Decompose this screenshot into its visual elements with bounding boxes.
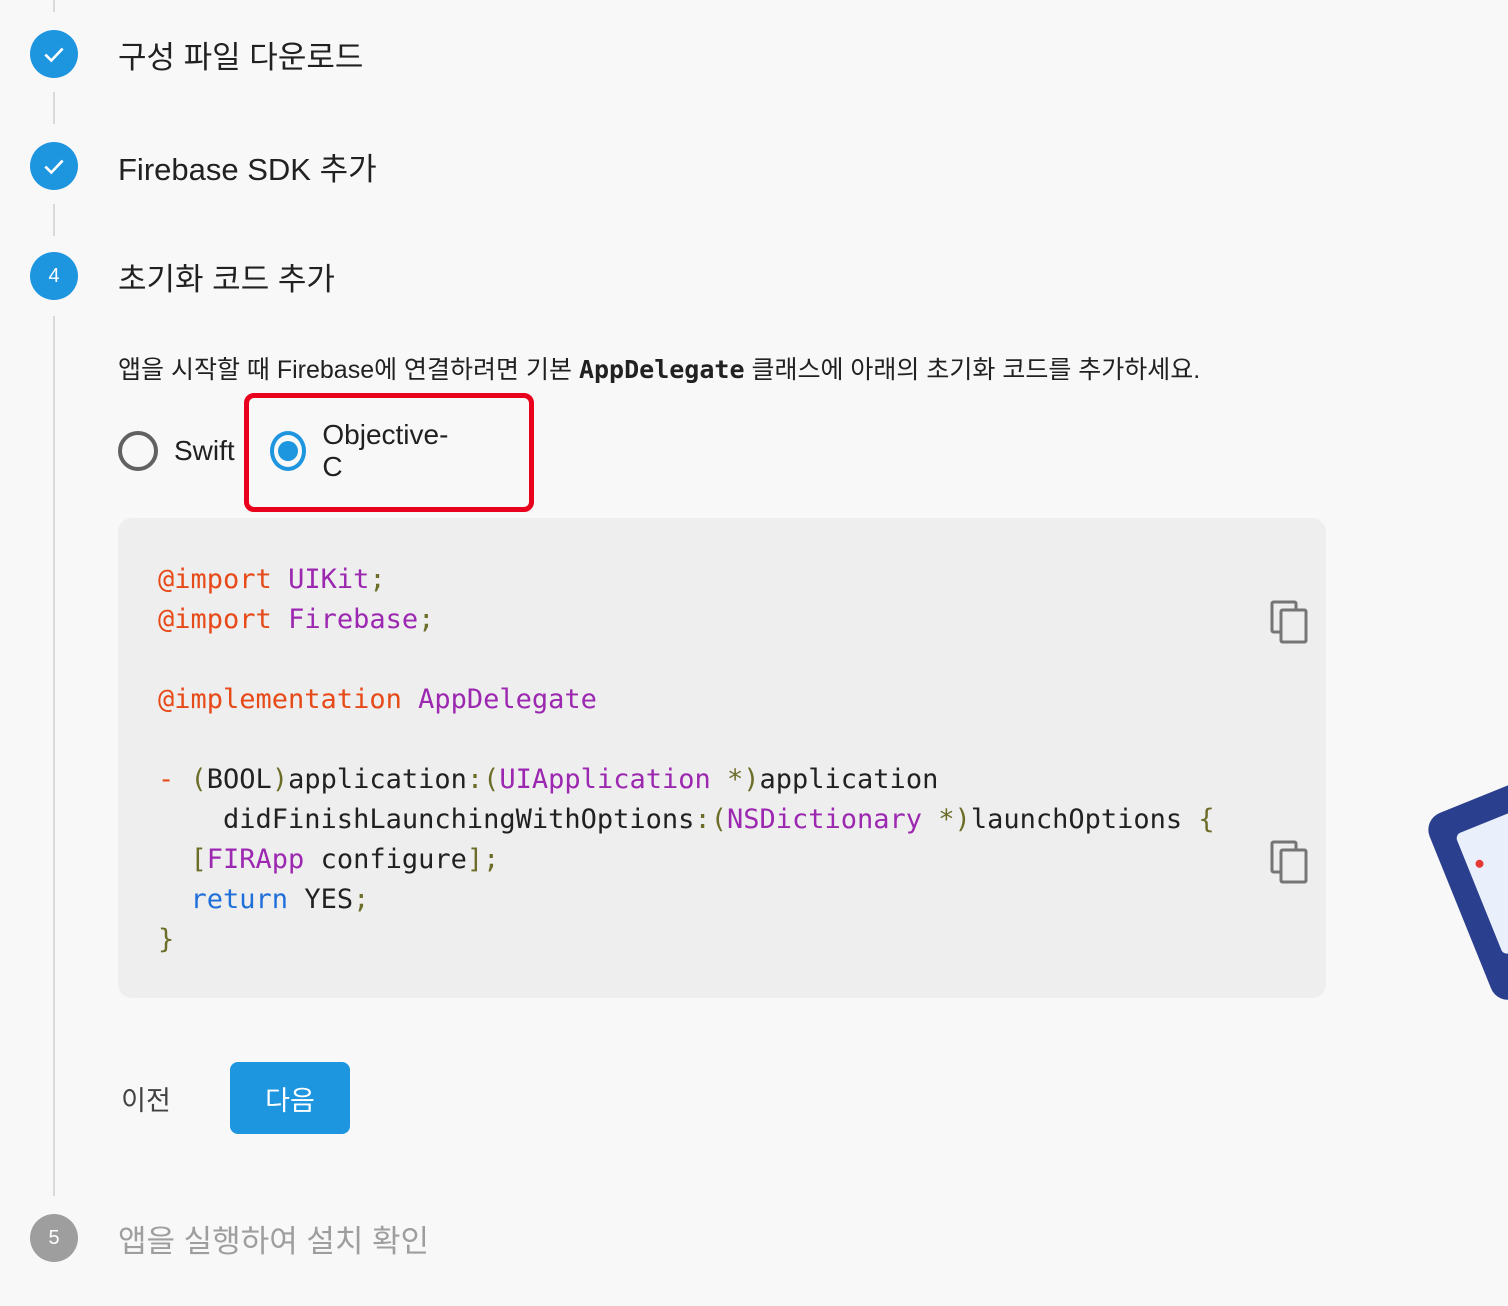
copy-icon[interactable]: [1270, 600, 1310, 644]
code-line: }: [158, 920, 1215, 960]
code-token: NSDictionary: [726, 804, 923, 835]
step-connector-line: [53, 204, 55, 236]
radio-label: Swift: [174, 435, 235, 466]
code-token: UIApplication: [499, 764, 711, 795]
code-token: return: [190, 884, 289, 915]
code-token: ;: [418, 604, 435, 635]
step-title-add-sdk: Firebase SDK 추가: [118, 152, 377, 187]
code-token: -: [158, 764, 191, 795]
code-content: @import UIKit; @import Firebase; @implemen…: [158, 560, 1215, 960]
code-token: :(: [466, 764, 500, 795]
code-token: FIRApp: [206, 844, 305, 875]
radio-ring: [118, 431, 158, 471]
code-line: return YES;: [158, 880, 1215, 920]
code-token: launchOptions: [970, 804, 1183, 835]
code-token: (: [190, 764, 207, 795]
check-icon: [44, 159, 64, 175]
code-token: @import: [158, 564, 272, 595]
check-icon: [44, 47, 64, 63]
code-token: ];: [466, 844, 500, 875]
code-line: - (BOOL)application:(UIApplication *)app…: [158, 760, 1215, 800]
annotation-highlight-box: [244, 393, 534, 512]
description-text: 앱을 시작할 때 Firebase에 연결하려면 기본: [118, 356, 579, 384]
code-token: application: [288, 764, 467, 795]
code-token: didFinishLaunchingWithOptions: [158, 804, 695, 835]
code-token: AppDelegate: [418, 684, 597, 715]
step-title-init-code: 초기화 코드 추가: [118, 262, 335, 297]
code-token: configure: [304, 844, 467, 875]
code-token: application: [759, 764, 939, 795]
code-token: ): [271, 764, 289, 795]
step-3-complete-indicator: [30, 142, 78, 190]
radio-swift[interactable]: Swift: [118, 428, 235, 474]
step-4-number-badge: 4: [30, 252, 78, 300]
description-text: 클래스에 아래의 초기화 코드를 추가하세요.: [744, 356, 1201, 384]
code-token: *): [922, 804, 971, 835]
step-connector-line: [53, 0, 55, 12]
code-token: BOOL: [206, 764, 272, 795]
code-line: @import UIKit;: [158, 560, 1215, 600]
next-button[interactable]: 다음: [230, 1062, 350, 1134]
step-description: 앱을 시작할 때 Firebase에 연결하려면 기본 AppDelegate …: [118, 350, 1200, 386]
code-token: }: [158, 924, 175, 955]
code-token: ;: [369, 564, 386, 595]
code-snippet: @import UIKit; @import Firebase; @implemen…: [118, 518, 1326, 998]
code-token: ;: [353, 884, 370, 915]
step-title-download-config: 구성 파일 다운로드: [118, 40, 364, 75]
step-connector-line: [53, 316, 55, 1196]
description-code: AppDelegate: [578, 355, 745, 384]
code-token: [: [158, 844, 207, 875]
code-token: :(: [694, 804, 727, 835]
code-line: @implementation AppDelegate: [158, 680, 1215, 720]
previous-button[interactable]: 이전: [110, 1066, 182, 1130]
code-token: {: [1182, 804, 1215, 835]
step-connector-line: [53, 92, 55, 124]
code-token: UIKit: [288, 564, 370, 595]
code-line: [FIRApp configure];: [158, 840, 1215, 880]
step-2-complete-indicator: [30, 30, 78, 78]
code-token: Firebase: [288, 604, 419, 635]
step-5-number-badge: 5: [30, 1214, 78, 1262]
code-line: didFinishLaunchingWithOptions:(NSDiction…: [158, 800, 1215, 840]
code-token: *): [710, 764, 760, 795]
decorative-device-illustration: [1422, 774, 1508, 1006]
code-token: YES: [288, 884, 354, 915]
code-line: @import Firebase;: [158, 600, 1215, 640]
code-token: @implementation: [158, 684, 402, 715]
code-token: @import: [158, 604, 272, 635]
step-title-verify-install: 앱을 실행하여 설치 확인: [118, 1224, 430, 1259]
copy-icon[interactable]: [1270, 840, 1310, 884]
